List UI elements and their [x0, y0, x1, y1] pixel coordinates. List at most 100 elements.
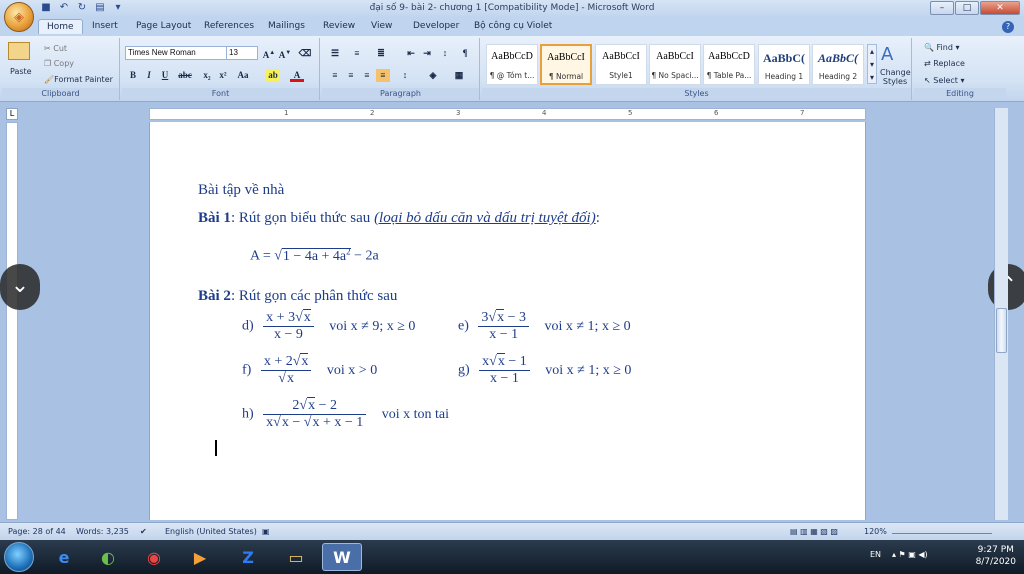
style-tom-tat[interactable]: AaBbCcD ¶ @ Tóm t... [486, 44, 538, 85]
tab-selector[interactable]: L [6, 108, 18, 120]
tab-home[interactable]: Home [38, 19, 83, 34]
language[interactable]: English (United States) [165, 527, 257, 536]
paste-button[interactable]: Paste [10, 67, 32, 76]
app-icon[interactable]: ◐ [88, 543, 128, 571]
align-center-icon[interactable]: ≡ [344, 69, 358, 82]
clear-format-icon[interactable]: ⌫ [298, 47, 312, 60]
tab-violet[interactable]: Bộ công cụ Violet [474, 21, 552, 31]
styles-scroll[interactable]: ▴ ▾ ▾ [867, 44, 877, 84]
show-marks-icon[interactable]: ¶ [458, 47, 472, 60]
bullets-icon[interactable]: ☰ [328, 47, 342, 60]
paragraph-label: Paragraph [322, 88, 479, 99]
maximize-button[interactable]: □ [955, 1, 979, 15]
style-heading-1[interactable]: AaBbC( Heading 1 [758, 44, 810, 85]
replace-button[interactable]: ⇄ Replace [924, 59, 965, 68]
superscript-icon[interactable]: x² [216, 69, 230, 82]
file-explorer-icon[interactable]: ▭ [276, 543, 316, 571]
view-buttons[interactable]: ▤ ▥ ▦ ▧ ▨ [790, 527, 838, 536]
grow-font-icon[interactable]: A▲ [262, 47, 276, 60]
line-spacing-icon[interactable]: ↕ [398, 69, 412, 82]
chrome-icon[interactable]: ◉ [134, 543, 174, 571]
font-size-combo[interactable]: 13 [226, 46, 258, 60]
numbering-icon[interactable]: ≡ [350, 47, 364, 60]
align-right-icon[interactable]: ≡ [360, 69, 374, 82]
align-left-icon[interactable]: ≡ [328, 69, 342, 82]
format-painter-button[interactable]: 🖌Format Painter [44, 75, 113, 84]
tab-mailings[interactable]: Mailings [268, 21, 305, 31]
tab-insert[interactable]: Insert [92, 21, 118, 31]
office-button[interactable]: ◈ [4, 2, 34, 32]
document-page[interactable]: Bài tập về nhà Bài 1: Rút gọn biểu thức … [149, 122, 866, 520]
tab-page-layout[interactable]: Page Layout [136, 21, 191, 31]
bold-icon[interactable]: B [126, 69, 140, 82]
styles-group: AaBbCcD ¶ @ Tóm t... AaBbCcI ¶ Normal Aa… [482, 38, 912, 100]
style-heading-2[interactable]: AaBbC( Heading 2 [812, 44, 864, 85]
tab-references[interactable]: References [204, 21, 254, 31]
zoom-level[interactable]: 120% [864, 527, 887, 536]
vertical-scrollbar[interactable] [994, 108, 1008, 520]
cut-button[interactable]: ✂ Cut [44, 44, 67, 53]
decrease-indent-icon[interactable]: ⇤ [404, 47, 418, 60]
minimize-button[interactable]: – [930, 1, 954, 15]
italic-icon[interactable]: I [142, 69, 156, 82]
start-button[interactable] [4, 542, 34, 572]
input-language[interactable]: EN [870, 550, 881, 559]
font-color-icon[interactable]: A [290, 69, 304, 82]
scroll-thumb[interactable] [996, 308, 1007, 353]
zalo-icon[interactable]: Z [228, 543, 268, 571]
media-player-icon[interactable]: ▶ [180, 543, 220, 571]
word-count[interactable]: Words: 3,235 [76, 527, 129, 536]
underline-icon[interactable]: U [158, 69, 172, 82]
font-name-combo[interactable]: Times New Roman [125, 46, 229, 60]
previous-page-button[interactable]: ⌄ [0, 264, 40, 310]
subscript-icon[interactable]: x₂ [200, 69, 214, 82]
select-button[interactable]: ↖ Select ▾ [924, 76, 965, 85]
proofing-icon[interactable]: ✔ [140, 527, 147, 536]
change-styles-icon[interactable]: A [881, 44, 893, 65]
clock[interactable]: 9:27 PM 8/7/2020 [976, 544, 1016, 568]
copy-button[interactable]: ❐ Copy [44, 59, 74, 68]
borders-icon[interactable]: ▦ [452, 69, 466, 82]
find-button[interactable]: 🔍 Find ▾ [924, 43, 959, 52]
macro-icon[interactable]: ▣ [262, 527, 270, 536]
increase-indent-icon[interactable]: ⇥ [420, 47, 434, 60]
tab-view[interactable]: View [371, 21, 392, 31]
tab-review[interactable]: Review [323, 21, 355, 31]
expression-a: A = √1 − 4a + 4a2 − 2a [250, 246, 379, 264]
style-table-paragraph[interactable]: AaBbCcD ¶ Table Pa... [703, 44, 755, 85]
styles-label: Styles [482, 88, 911, 99]
justify-icon[interactable]: ≡ [376, 69, 390, 82]
horizontal-ruler[interactable]: 1 2 3 4 5 6 7 [149, 108, 866, 120]
exercise-1-label: Bài 1 [198, 210, 231, 226]
internet-explorer-icon[interactable]: e [44, 543, 84, 571]
zoom-slider[interactable] [892, 527, 992, 534]
paste-icon[interactable] [8, 42, 30, 60]
word-icon[interactable]: W [322, 543, 362, 571]
clipboard-label: Clipboard [2, 88, 119, 99]
binoculars-icon: 🔍 [924, 43, 937, 52]
scissors-icon: ✂ [44, 44, 54, 53]
multilevel-list-icon[interactable]: ≣ [374, 47, 388, 60]
help-icon[interactable]: ? [1002, 21, 1014, 33]
tab-developer[interactable]: Developer [413, 21, 459, 31]
ribbon: Paste ✂ Cut ❐ Copy 🖌Format Painter Clipb… [0, 36, 1024, 102]
style-normal[interactable]: AaBbCcI ¶ Normal [540, 44, 592, 85]
style-style1[interactable]: AaBbCcI Style1 [595, 44, 647, 85]
close-button[interactable]: ✕ [980, 1, 1020, 15]
shrink-font-icon[interactable]: A▼ [278, 47, 292, 60]
problem-e: e) 3√x − 3 x − 1 voi x ≠ 1; x ≥ 0 [458, 309, 631, 342]
vertical-ruler[interactable] [6, 122, 18, 520]
sort-icon[interactable]: ↕ [438, 47, 452, 60]
change-case-icon[interactable]: Aa [236, 69, 250, 82]
taskbar: e ◐ ◉ ▶ Z ▭ W EN ▴ ⚑ ▣ ◀) 9:27 PM 8/7/20… [0, 540, 1024, 574]
change-styles-button[interactable]: Change Styles [880, 68, 911, 86]
problem-f: f) x + 2√x √x voi x > 0 [242, 353, 378, 386]
page-count[interactable]: Page: 28 of 44 [8, 527, 66, 536]
shading-icon[interactable]: ◈ [426, 69, 440, 82]
tray-icons[interactable]: ▴ ⚑ ▣ ◀) [892, 550, 928, 559]
strikethrough-icon[interactable]: abc [178, 69, 192, 82]
editing-group: 🔍 Find ▾ ⇄ Replace ↖ Select ▾ Editing [914, 38, 1006, 100]
highlight-icon[interactable]: ab [266, 69, 280, 82]
style-no-spacing[interactable]: AaBbCcI ¶ No Spaci... [649, 44, 701, 85]
window-title: đại số 9- bài 2- chương 1 [Compatibility… [369, 3, 655, 13]
